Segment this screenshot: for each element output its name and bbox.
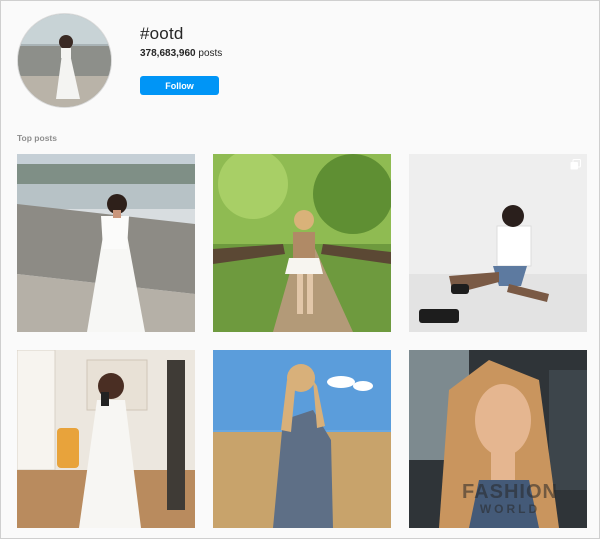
post-tile-5[interactable] bbox=[213, 350, 391, 528]
watermark-line2: WORLD bbox=[479, 502, 541, 516]
multiple-images-icon bbox=[570, 159, 581, 170]
post-count: 378,683,960 posts bbox=[140, 48, 222, 59]
post-tile-1[interactable] bbox=[17, 154, 195, 332]
post-tile-3[interactable] bbox=[409, 154, 587, 332]
post-image-1 bbox=[17, 154, 195, 332]
post-tile-2[interactable] bbox=[213, 154, 391, 332]
post-count-suffix: posts bbox=[195, 48, 223, 59]
post-count-number: 378,683,960 bbox=[140, 48, 196, 59]
hashtag-title: #ootd bbox=[140, 24, 184, 43]
post-tile-4[interactable] bbox=[17, 350, 195, 528]
hashtag-avatar bbox=[17, 13, 112, 108]
post-image-3 bbox=[409, 154, 587, 332]
hashtag-page: #ootd 378,683,960 posts Follow Top posts bbox=[0, 0, 600, 539]
follow-button[interactable]: Follow bbox=[140, 76, 219, 95]
post-image-5 bbox=[213, 350, 391, 528]
top-posts-label: Top posts bbox=[17, 133, 57, 143]
watermark-line1: FASHION bbox=[462, 481, 558, 503]
post-tile-6[interactable]: FASHION WORLD bbox=[409, 350, 587, 528]
watermark: FASHION WORLD bbox=[455, 482, 565, 516]
post-image-4 bbox=[17, 350, 195, 528]
post-image-2 bbox=[213, 154, 391, 332]
